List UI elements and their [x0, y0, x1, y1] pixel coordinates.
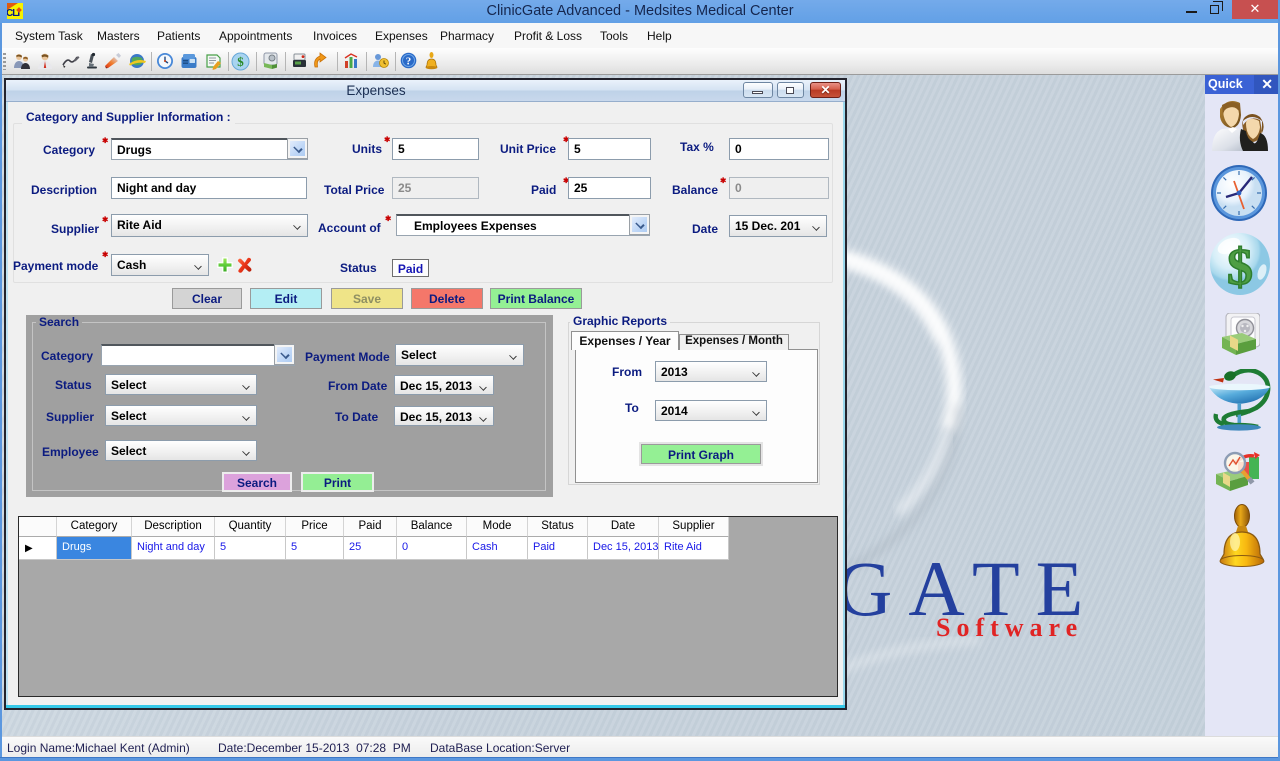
svg-text:$: $: [1227, 239, 1253, 296]
svg-text:?: ?: [406, 56, 412, 68]
svg-text:$: $: [237, 54, 244, 69]
